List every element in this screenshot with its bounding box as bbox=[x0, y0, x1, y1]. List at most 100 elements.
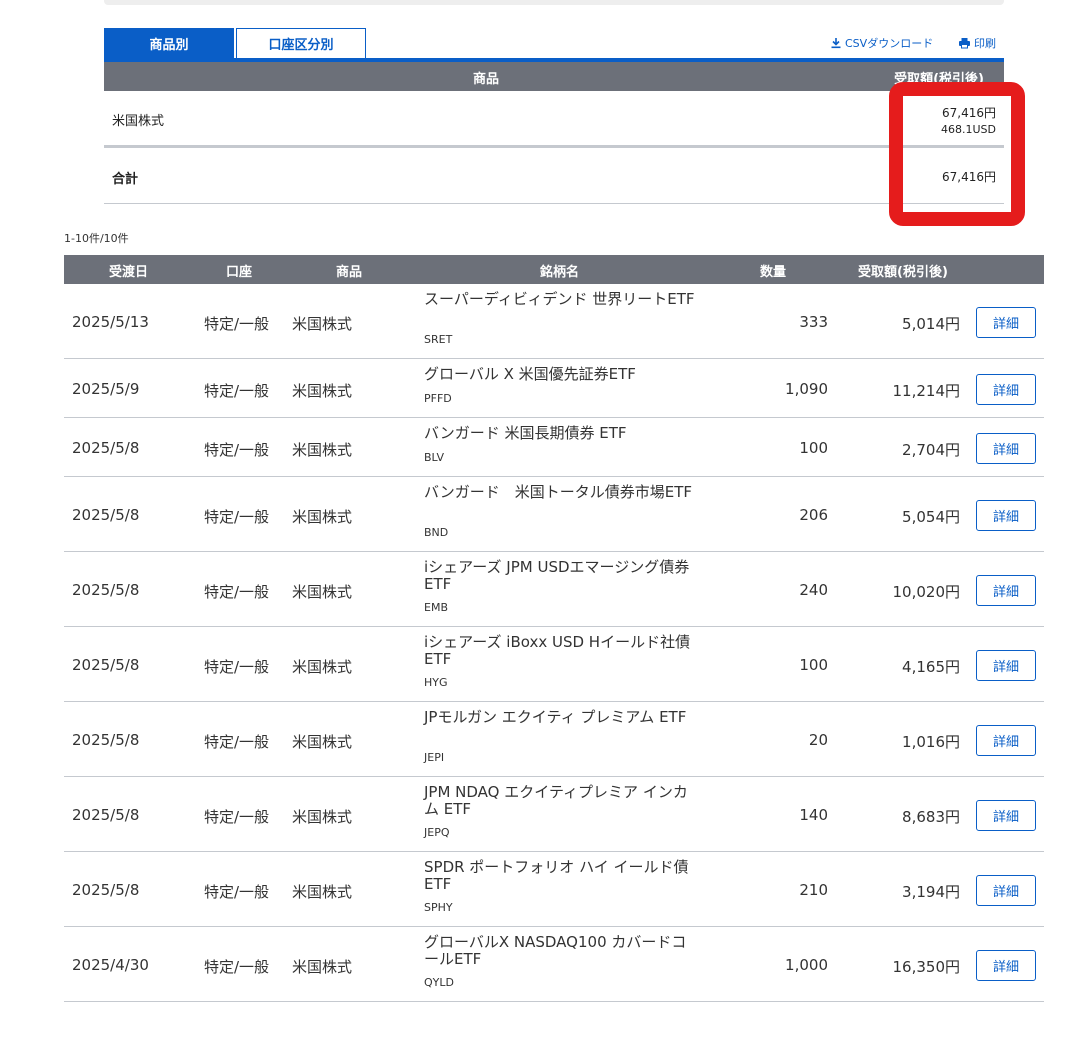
summary-amount-jpy: 67,416円 bbox=[942, 106, 996, 120]
table-row: 2025/5/8 特定/一般 米国株式 SPDR ポートフォリオ ハイ イールド債 E… bbox=[64, 852, 1044, 927]
cell-date: 2025/5/8 bbox=[72, 656, 140, 674]
cell-ticker: BND bbox=[424, 526, 449, 539]
cell-account: 特定/一般 bbox=[204, 508, 270, 526]
detail-table-header: 受渡日 口座 商品 銘柄名 数量 受取額(税引後) bbox=[64, 255, 1044, 284]
download-icon bbox=[830, 37, 842, 49]
table-row: 2025/5/8 特定/一般 米国株式 iシェアーズ JPM USDエマージング債券 … bbox=[64, 552, 1044, 627]
detail-button[interactable]: 詳細 bbox=[976, 433, 1036, 464]
summary-row-label: 米国株式 bbox=[112, 114, 165, 129]
cell-account: 特定/一般 bbox=[204, 441, 270, 459]
cell-ticker: JEPI bbox=[424, 751, 445, 764]
table-row: 2025/4/30 特定/一般 米国株式 グローバルX NASDAQ100 カバードコ… bbox=[64, 927, 1044, 1002]
detail-button[interactable]: 詳細 bbox=[976, 575, 1036, 606]
print-label: 印刷 bbox=[974, 37, 996, 50]
cell-account: 特定/一般 bbox=[204, 315, 270, 333]
cell-product: 米国株式 bbox=[292, 508, 353, 526]
summary-amount-usd: 468.1USD bbox=[941, 123, 996, 136]
detail-button[interactable]: 詳細 bbox=[976, 875, 1036, 906]
cell-security-name: グローバル X 米国優先証券ETF bbox=[424, 365, 636, 383]
tab-by-product[interactable]: 商品別 bbox=[104, 28, 234, 58]
cell-ticker: SPHY bbox=[424, 901, 453, 914]
cell-amount: 8,683円 bbox=[902, 808, 960, 826]
cell-quantity: 333 bbox=[799, 313, 828, 331]
cell-date: 2025/5/8 bbox=[72, 439, 140, 457]
top-panel-edge bbox=[104, 0, 1004, 5]
table-row: 2025/5/9 特定/一般 米国株式 グローバル X 米国優先証券ETF PFFD 1,… bbox=[64, 359, 1044, 418]
cell-amount: 16,350円 bbox=[892, 958, 961, 976]
detail-button[interactable]: 詳細 bbox=[976, 800, 1036, 831]
table-row: 2025/5/8 特定/一般 米国株式 iシェアーズ iBoxx USD Hイールド社… bbox=[64, 627, 1044, 702]
table-row: 2025/5/13 特定/一般 米国株式 スーパーディビィデンド 世界リートETF SR… bbox=[64, 284, 1044, 359]
summary-header-amount: 受取額(税引後) bbox=[894, 72, 984, 87]
cell-product: 米国株式 bbox=[292, 315, 353, 333]
cell-ticker: SRET bbox=[424, 333, 453, 346]
cell-security-name: バンガード 米国トータル債券市場ETF bbox=[424, 483, 693, 501]
cell-product: 米国株式 bbox=[292, 733, 353, 751]
cell-account: 特定/一般 bbox=[204, 382, 270, 400]
cell-date: 2025/5/9 bbox=[72, 380, 140, 398]
cell-date: 2025/5/8 bbox=[72, 806, 140, 824]
cell-amount: 2,704円 bbox=[902, 441, 960, 459]
detail-button[interactable]: 詳細 bbox=[976, 725, 1036, 756]
summary-total-row: 合計 67,416円 bbox=[104, 148, 1004, 204]
csv-download-link[interactable]: CSVダウンロード bbox=[830, 35, 933, 51]
cell-ticker: PFFD bbox=[424, 392, 452, 405]
table-row: 2025/5/8 特定/一般 米国株式 JPM NDAQ エクイティプレミア インカム… bbox=[64, 777, 1044, 852]
cell-date: 2025/4/30 bbox=[72, 956, 149, 974]
cell-date: 2025/5/8 bbox=[72, 506, 140, 524]
table-row: 2025/5/8 特定/一般 米国株式 バンガード 米国トータル債券市場ETF BND 2… bbox=[64, 477, 1044, 552]
cell-security-name: iシェアーズ iBoxx USD Hイールド社債 ETF bbox=[424, 633, 691, 668]
cell-amount: 11,214円 bbox=[892, 382, 961, 400]
cell-security-name: SPDR ポートフォリオ ハイ イールド債 ETF bbox=[424, 858, 689, 893]
header-amount: 受取額(税引後) bbox=[858, 265, 948, 280]
detail-button[interactable]: 詳細 bbox=[976, 650, 1036, 681]
tab-by-account[interactable]: 口座区分別 bbox=[236, 28, 366, 58]
cell-date: 2025/5/8 bbox=[72, 731, 140, 749]
cell-account: 特定/一般 bbox=[204, 958, 270, 976]
summary-total-amount: 67,416円 bbox=[942, 170, 996, 184]
cell-quantity: 210 bbox=[799, 881, 828, 899]
cell-amount: 10,020円 bbox=[892, 583, 961, 601]
cell-product: 米国株式 bbox=[292, 441, 353, 459]
cell-account: 特定/一般 bbox=[204, 808, 270, 826]
cell-account: 特定/一般 bbox=[204, 583, 270, 601]
cell-security-name: iシェアーズ JPM USDエマージング債券 ETF bbox=[424, 558, 690, 593]
cell-amount: 5,054円 bbox=[902, 508, 960, 526]
summary-row-amount: 67,416円 468.1USD bbox=[941, 104, 996, 136]
cell-product: 米国株式 bbox=[292, 958, 353, 976]
detail-button[interactable]: 詳細 bbox=[976, 374, 1036, 405]
cell-quantity: 1,090 bbox=[785, 380, 828, 398]
cell-date: 2025/5/13 bbox=[72, 313, 149, 331]
detail-button[interactable]: 詳細 bbox=[976, 950, 1036, 981]
result-count: 1-10件/10件 bbox=[64, 232, 129, 245]
cell-ticker: QYLD bbox=[424, 976, 454, 989]
cell-security-name: JPモルガン エクイティ プレミアム ETF bbox=[424, 708, 687, 726]
cell-quantity: 140 bbox=[799, 806, 828, 824]
cell-security-name: スーパーディビィデンド 世界リートETF bbox=[424, 290, 695, 308]
cell-product: 米国株式 bbox=[292, 808, 353, 826]
cell-amount: 3,194円 bbox=[902, 883, 960, 901]
cell-date: 2025/5/8 bbox=[72, 881, 140, 899]
cell-ticker: HYG bbox=[424, 676, 448, 689]
cell-amount: 4,165円 bbox=[902, 658, 960, 676]
table-row: 2025/5/8 特定/一般 米国株式 JPモルガン エクイティ プレミアム ETF J… bbox=[64, 702, 1044, 777]
cell-product: 米国株式 bbox=[292, 583, 353, 601]
cell-amount: 1,016円 bbox=[902, 733, 960, 751]
cell-quantity: 20 bbox=[808, 731, 828, 749]
detail-button[interactable]: 詳細 bbox=[976, 500, 1036, 531]
header-account: 口座 bbox=[226, 265, 253, 280]
cell-account: 特定/一般 bbox=[204, 883, 270, 901]
cell-product: 米国株式 bbox=[292, 883, 353, 901]
cell-product: 米国株式 bbox=[292, 658, 353, 676]
print-link[interactable]: 印刷 bbox=[958, 35, 996, 51]
printer-icon bbox=[958, 37, 971, 49]
cell-ticker: JEPQ bbox=[424, 826, 450, 839]
summary-header-product: 商品 bbox=[472, 72, 499, 87]
summary-header: 商品 受取額(税引後) bbox=[104, 62, 1004, 91]
cell-security-name: グローバルX NASDAQ100 カバードコールETF bbox=[424, 933, 687, 968]
summary-total-label: 合計 bbox=[112, 172, 139, 187]
cell-account: 特定/一般 bbox=[204, 733, 270, 751]
cell-quantity: 1,000 bbox=[785, 956, 828, 974]
detail-button[interactable]: 詳細 bbox=[976, 307, 1036, 338]
summary-row: 米国株式 67,416円 468.1USD bbox=[104, 91, 1004, 148]
